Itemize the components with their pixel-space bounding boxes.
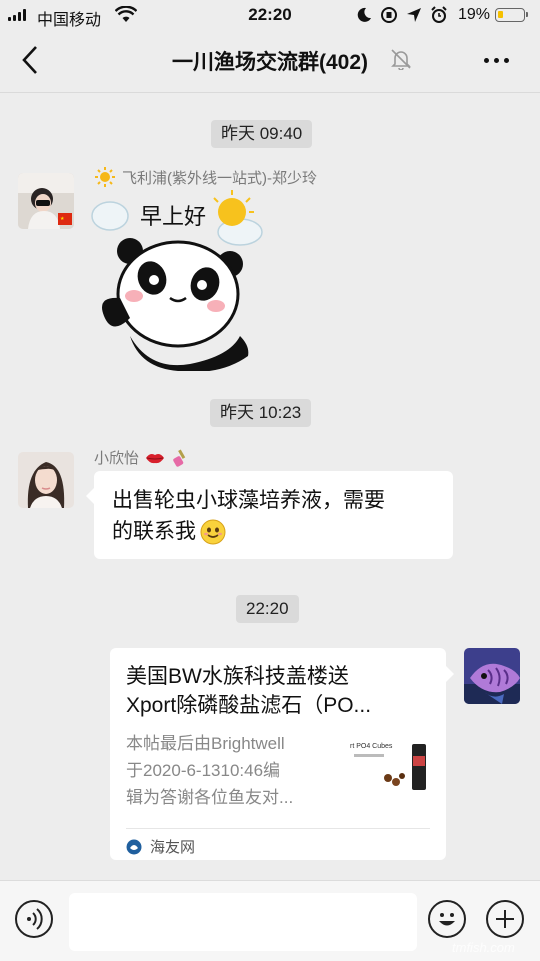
- avatar-image: [18, 452, 74, 508]
- message-text: 出售轮虫小球藻培养液，需要: [112, 489, 385, 512]
- voice-icon[interactable]: [15, 900, 53, 938]
- watermark: tmfish.com: [452, 940, 515, 955]
- link-card[interactable]: 美国BW水族科技盖楼送 Xport除磷酸盐滤石（PO... 本帖最后由Brigh…: [110, 648, 454, 860]
- carrier-name: 中国移动: [37, 12, 102, 29]
- status-icons: [356, 6, 448, 24]
- card-source: 海友网: [126, 836, 195, 857]
- card-description: 本帖最后由Brightwell 于2020-6-1310:46编 辑为答谢各位鱼…: [126, 730, 336, 811]
- message-bubble[interactable]: 出售轮虫小球藻培养液，需要 的联系我: [86, 471, 453, 559]
- emoji-icon[interactable]: [428, 900, 466, 938]
- lips-icon: [146, 453, 165, 463]
- sender-name-text: 飞利浦(紫外线一站式)-郑少玲: [122, 169, 317, 187]
- moon-icon: [357, 7, 371, 22]
- site-logo-icon: [126, 839, 142, 854]
- card-title-line: Xport除磷酸盐滤石（PO...: [126, 694, 372, 717]
- sender-name: 飞利浦(紫外线一站式)-郑少玲: [94, 166, 317, 188]
- more-dots-icon[interactable]: [484, 58, 509, 63]
- card-title-line: 美国BW水族科技盖楼送: [126, 665, 349, 688]
- message-text: 的联系我: [112, 520, 196, 543]
- sticker-text: 早上好: [140, 204, 206, 229]
- svg-text:★: ★: [60, 216, 65, 222]
- smile-emoji-icon: [200, 519, 226, 544]
- my-avatar[interactable]: [464, 648, 520, 704]
- card-thumbnail: rt PO4 Cubes: [350, 736, 430, 796]
- sticker[interactable]: 早上好: [90, 186, 265, 372]
- nail-polish-icon: [173, 449, 186, 467]
- page-title: 一川渔场交流群(402): [171, 51, 369, 74]
- sender-name: 小欣怡: [94, 447, 191, 468]
- card-desc-line: 辑为答谢各位鱼友对...: [126, 788, 294, 807]
- chat-header: 一川渔场交流群(402): [0, 30, 540, 93]
- avatar[interactable]: [18, 452, 74, 508]
- battery-percent: 19%: [458, 6, 491, 23]
- timestamp: 昨天 10:23: [210, 399, 312, 427]
- avatar[interactable]: ★: [18, 173, 74, 229]
- sender-name-text: 小欣怡: [94, 450, 140, 467]
- panda-sticker: 早上好: [91, 190, 263, 372]
- signal-icon: [8, 9, 26, 21]
- sun-icon: [95, 167, 115, 187]
- timestamp: 昨天 09:40: [211, 120, 313, 148]
- card-source-name: 海友网: [150, 839, 196, 856]
- avatar-image: [464, 648, 520, 704]
- avatar-image: ★: [18, 173, 74, 229]
- wifi-icon: [115, 6, 137, 22]
- timestamp: 22:20: [236, 595, 299, 623]
- status-bar: 中国移动 22:20 19%: [0, 0, 540, 30]
- card-desc-line: 于2020-6-1310:46编: [126, 761, 281, 780]
- card-desc-line: 本帖最后由Brightwell: [126, 734, 285, 753]
- thumbnail-text: rt PO4 Cubes: [350, 743, 393, 750]
- alarm-icon: [431, 6, 447, 23]
- card-title: 美国BW水族科技盖楼送 Xport除磷酸盐滤石（PO...: [126, 662, 426, 720]
- location-icon: [407, 8, 421, 22]
- plus-icon[interactable]: [486, 900, 524, 938]
- message-input[interactable]: [69, 893, 417, 951]
- divider: [126, 828, 430, 829]
- bell-off-icon: [391, 49, 411, 70]
- orientation-lock-icon: [381, 7, 397, 23]
- battery-level: [498, 11, 503, 18]
- battery-icon: [495, 8, 528, 22]
